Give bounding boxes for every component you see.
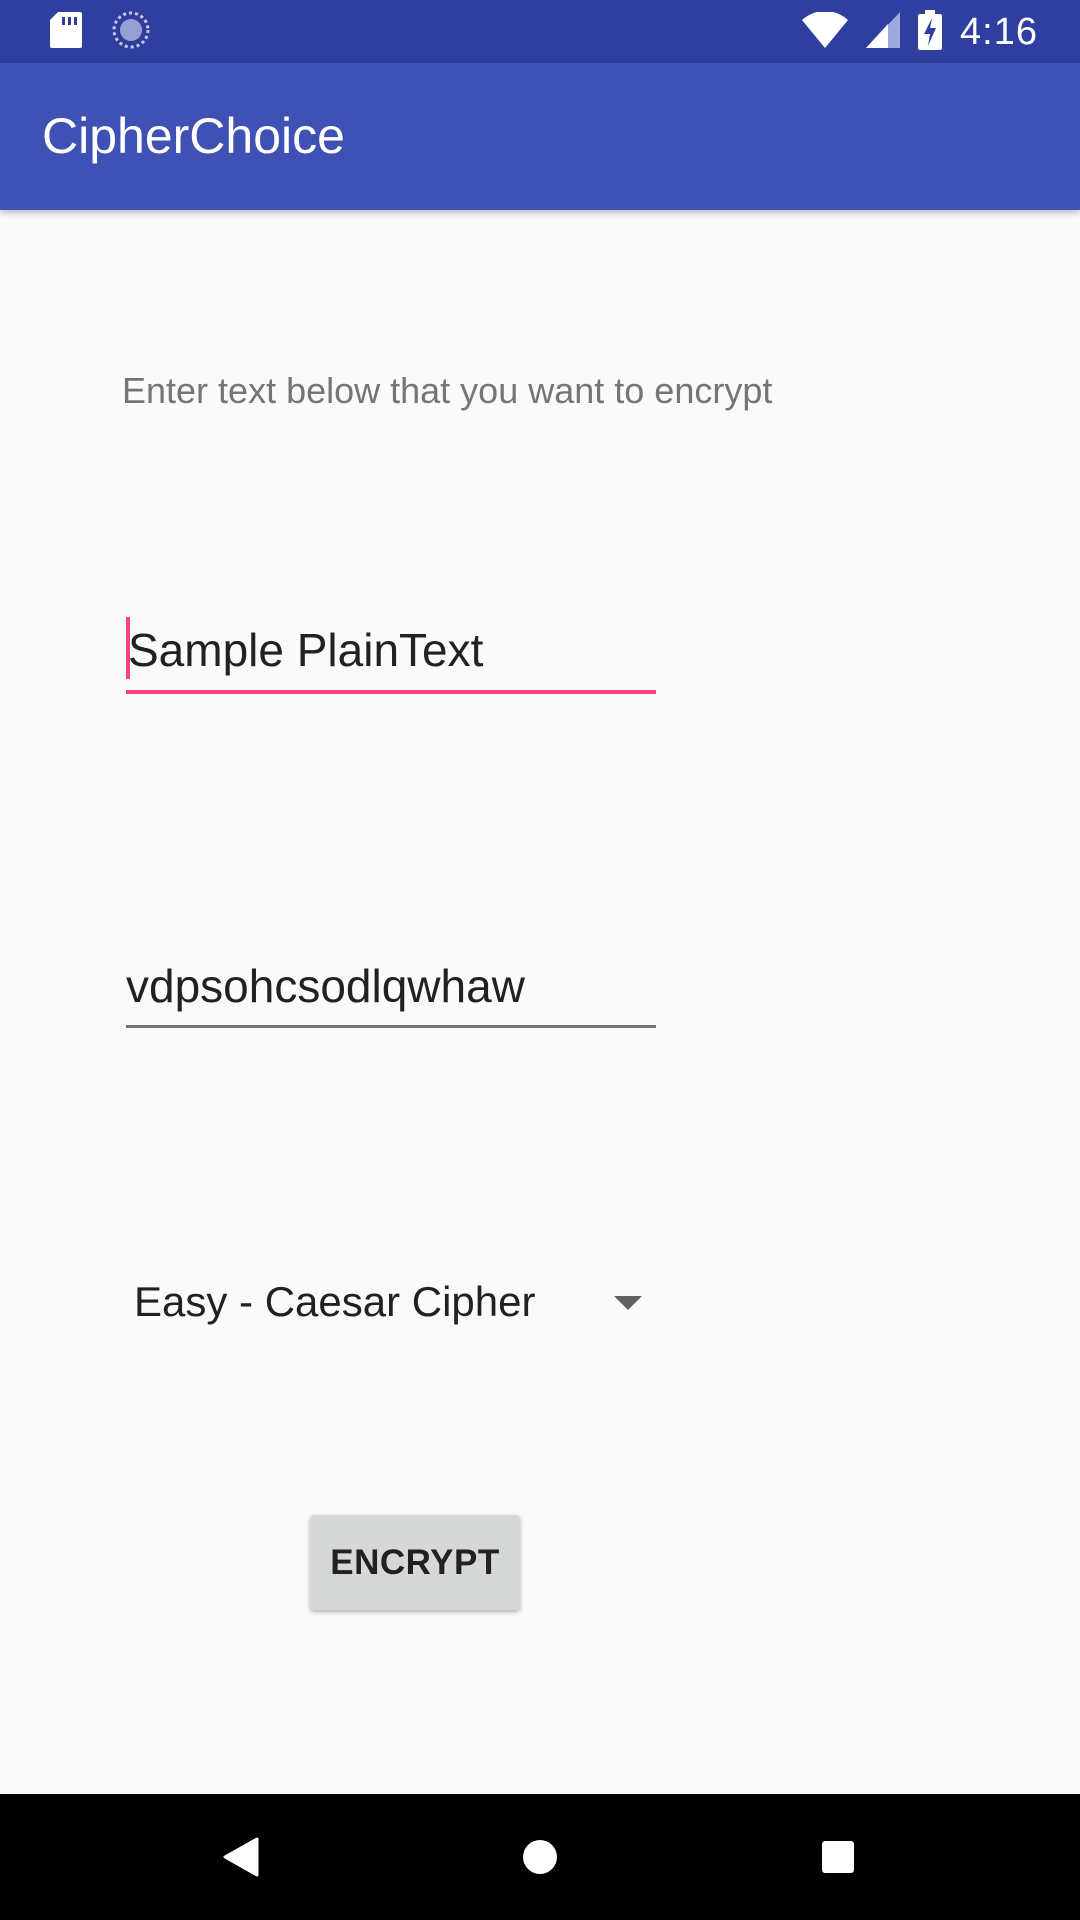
dropdown-arrow-icon[interactable] bbox=[614, 1296, 642, 1310]
sync-icon bbox=[112, 11, 150, 54]
instruction-text: Enter text below that you want to encryp… bbox=[122, 370, 773, 411]
status-left-icons bbox=[50, 11, 150, 54]
home-icon[interactable] bbox=[505, 1822, 575, 1892]
plaintext-input[interactable]: Sample PlainText bbox=[126, 615, 656, 694]
screen: 4:16 CipherChoice Enter text below that … bbox=[0, 0, 1080, 1920]
wifi-icon bbox=[802, 10, 849, 53]
cipher-select[interactable]: Easy - Caesar Cipher bbox=[126, 1270, 656, 1340]
sd-card-icon bbox=[50, 11, 82, 53]
ciphertext-value[interactable]: vdpsohcsodlqwhaw bbox=[126, 959, 525, 1013]
cipher-select-value[interactable]: Easy - Caesar Cipher bbox=[134, 1278, 535, 1326]
navigation-bar bbox=[0, 1794, 1080, 1920]
back-icon[interactable] bbox=[206, 1822, 276, 1892]
ciphertext-output[interactable]: vdpsohcsodlqwhaw bbox=[126, 955, 656, 1028]
battery-charging-icon bbox=[918, 9, 943, 55]
status-time: 4:16 bbox=[960, 10, 1038, 53]
encrypt-button[interactable]: ENCRYPT bbox=[310, 1515, 520, 1610]
cell-signal-icon bbox=[866, 11, 901, 53]
app-title: CipherChoice bbox=[42, 108, 345, 164]
status-bar: 4:16 bbox=[0, 0, 1080, 63]
recents-icon[interactable] bbox=[803, 1822, 873, 1892]
plaintext-value[interactable]: Sample PlainText bbox=[128, 623, 483, 677]
status-right-icons: 4:16 bbox=[802, 8, 1038, 56]
app-bar: CipherChoice bbox=[0, 63, 1080, 210]
